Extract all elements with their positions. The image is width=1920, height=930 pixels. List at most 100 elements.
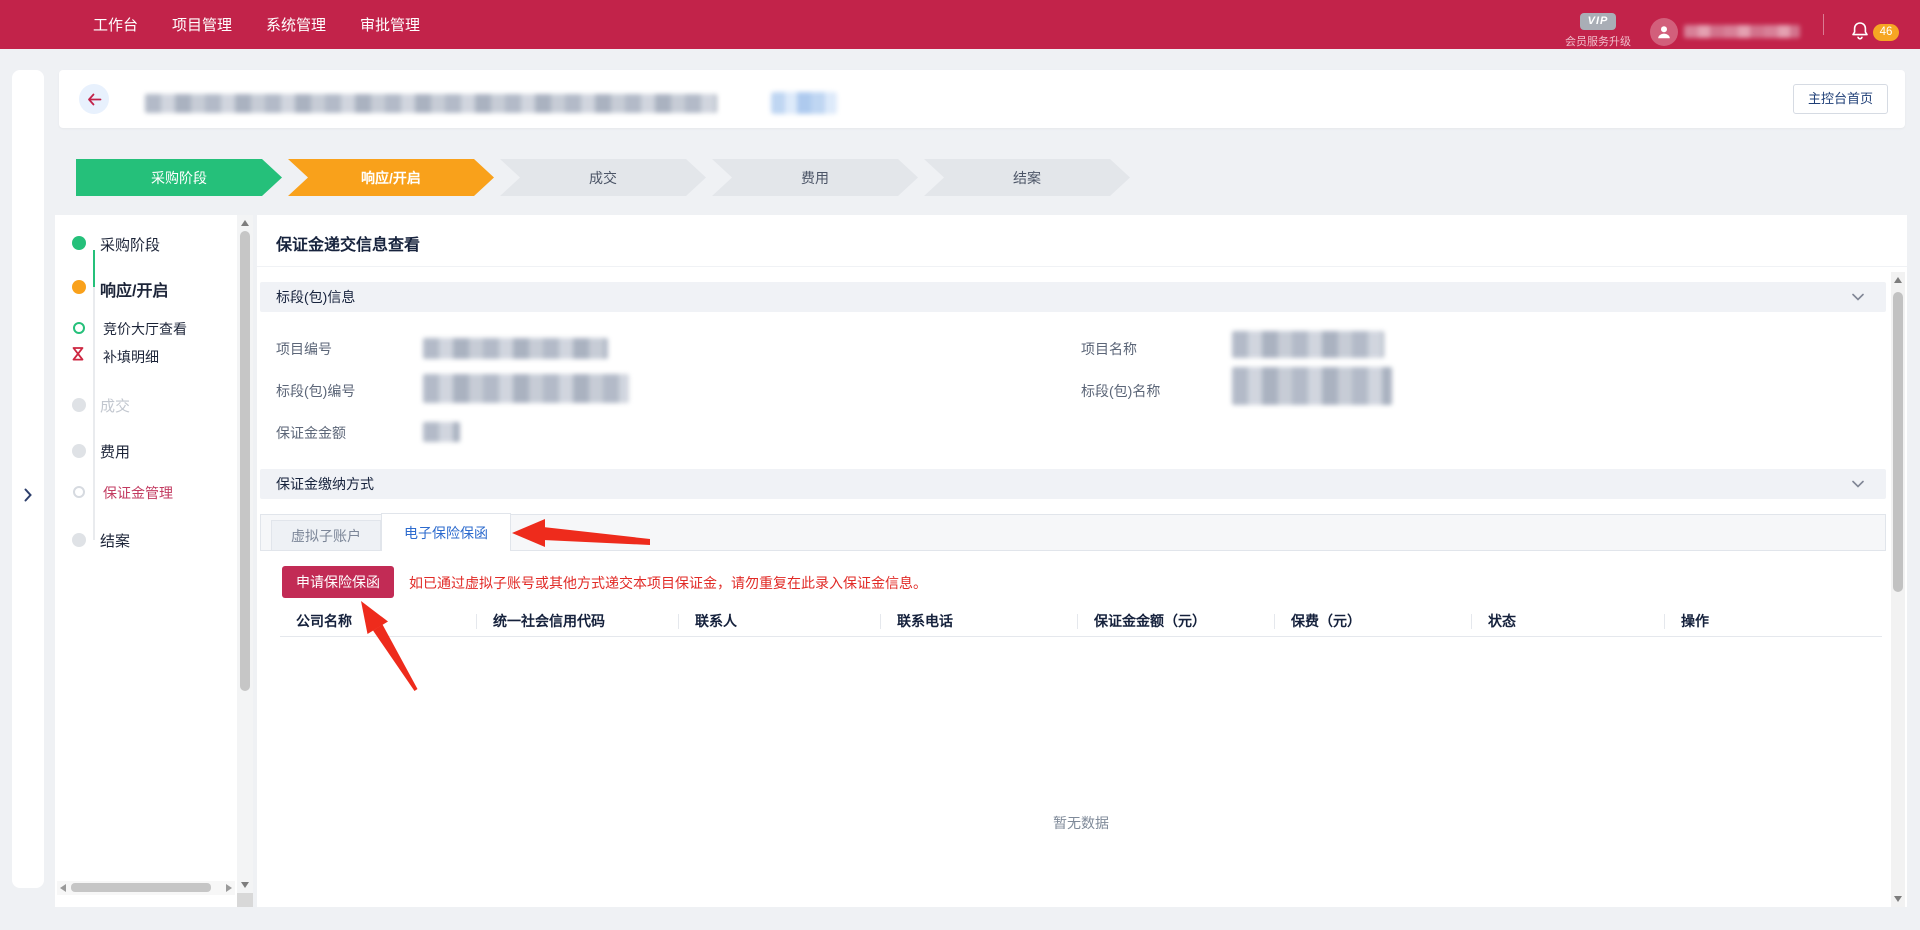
sidebar-item-deposit-management[interactable]: 保证金管理 <box>103 483 173 503</box>
field-value-package-no-redacted <box>423 374 629 403</box>
step-response-open[interactable]: 响应/开启 <box>288 159 494 196</box>
main-vertical-scrollbar[interactable] <box>1891 272 1905 907</box>
tab-electronic-insurance-guarantee[interactable]: 电子保险保函 <box>381 513 511 551</box>
nav-workbench[interactable]: 工作台 <box>93 14 138 35</box>
sidebar-horizontal-scrollbar[interactable] <box>57 881 235 895</box>
page-title: 保证金递交信息查看 <box>276 231 420 255</box>
duplicate-deposit-warning: 如已通过虚拟子账号或其他方式递交本项目保证金，请勿重复在此录入保证金信息。 <box>409 573 927 593</box>
col-status: 状态 <box>1472 611 1665 636</box>
tab-virtual-sub-account[interactable]: 虚拟子账户 <box>271 520 381 551</box>
col-actions: 操作 <box>1665 611 1882 636</box>
col-credit-code: 统一社会信用代码 <box>477 611 679 636</box>
collapse-chevron-icon[interactable] <box>1852 480 1864 488</box>
sidebar-item-procurement[interactable]: 采购阶段 <box>100 234 160 255</box>
col-contact: 联系人 <box>679 611 881 636</box>
console-home-button[interactable]: 主控台首页 <box>1793 84 1888 114</box>
topbar: 工作台 项目管理 系统管理 审批管理 VIP 会员服务升级 46 <box>0 0 1920 49</box>
field-value-deposit-amount-redacted <box>423 422 460 442</box>
field-label-project-name: 项目名称 <box>1081 339 1137 359</box>
breadcrumb-card: 主控台首页 <box>59 70 1905 128</box>
back-button[interactable] <box>79 84 109 114</box>
step-label: 成交 <box>589 168 617 188</box>
scrollbar-corner <box>237 893 253 907</box>
scrollbar-thumb[interactable] <box>71 883 211 892</box>
sidebar-vertical-scrollbar[interactable] <box>237 215 253 893</box>
app-root: 工作台 项目管理 系统管理 审批管理 VIP 会员服务升级 46 <box>0 0 1920 930</box>
nav-approval-management[interactable]: 审批管理 <box>360 14 420 35</box>
scroll-down-icon[interactable] <box>1894 896 1902 902</box>
step-label: 结案 <box>1013 168 1041 188</box>
sidebar-item-closure[interactable]: 结案 <box>100 530 130 551</box>
guarantee-table-header: 公司名称 统一社会信用代码 联系人 联系电话 保证金金额（元） 保费（元） 状态… <box>280 611 1882 637</box>
dot-pending-icon <box>72 533 86 547</box>
step-label: 费用 <box>801 168 829 188</box>
col-deposit-amount: 保证金金额（元） <box>1078 611 1275 636</box>
username-redacted <box>1684 25 1800 38</box>
sidebar-item-fees[interactable]: 费用 <box>100 441 130 462</box>
scroll-down-icon[interactable] <box>241 882 249 888</box>
field-label-deposit-amount: 保证金金额 <box>276 423 346 443</box>
scroll-left-icon[interactable] <box>60 884 66 892</box>
vip-upgrade[interactable]: VIP 会员服务升级 <box>1556 11 1640 49</box>
collapse-chevron-icon[interactable] <box>1852 293 1864 301</box>
nav-project-management[interactable]: 项目管理 <box>172 14 232 35</box>
sidebar-item-fill-details[interactable]: 补填明细 <box>103 347 159 367</box>
hourglass-icon <box>71 346 85 362</box>
dot-done-icon <box>72 236 86 250</box>
ring-pending-icon <box>73 486 85 498</box>
field-label-project-no: 项目编号 <box>276 339 332 359</box>
scrollbar-thumb[interactable] <box>1893 292 1903 592</box>
timeline-line-done <box>93 250 95 287</box>
top-nav: 工作台 项目管理 系统管理 审批管理 <box>93 0 420 49</box>
empty-state-text: 暂无数据 <box>280 813 1882 833</box>
divider <box>257 266 1907 267</box>
nav-system-management[interactable]: 系统管理 <box>266 14 326 35</box>
section-title: 标段(包)信息 <box>276 282 355 312</box>
scrollbar-thumb[interactable] <box>240 231 250 691</box>
col-company-name: 公司名称 <box>280 611 477 636</box>
section-title: 保证金缴纳方式 <box>276 469 374 499</box>
field-value-project-name-redacted <box>1232 331 1384 358</box>
step-label: 响应/开启 <box>361 168 421 188</box>
field-value-package-name-redacted <box>1232 367 1392 405</box>
step-procurement[interactable]: 采购阶段 <box>76 159 282 196</box>
field-value-project-no-redacted <box>423 338 608 359</box>
scroll-up-icon[interactable] <box>241 220 249 226</box>
back-arrow-icon <box>87 93 102 106</box>
field-label-package-no: 标段(包)编号 <box>276 381 355 401</box>
expand-toggle-icon[interactable] <box>12 488 44 507</box>
topbar-divider <box>1823 14 1824 35</box>
dot-active-icon <box>72 280 86 294</box>
step-deal[interactable]: 成交 <box>500 159 706 196</box>
project-title-redacted <box>145 94 717 113</box>
col-phone: 联系电话 <box>881 611 1078 636</box>
section-payment-method: 保证金缴纳方式 <box>260 469 1886 499</box>
col-premium: 保费（元） <box>1275 611 1472 636</box>
sidebar-item-response-open[interactable]: 响应/开启 <box>100 277 168 301</box>
stage-sidebar: 采购阶段 响应/开启 竞价大厅查看 补填明细 成交 费用 保证金管理 结案 <box>55 215 253 907</box>
status-badge-redacted <box>771 92 837 114</box>
notification-badge: 46 <box>1873 24 1899 41</box>
notification-bell-icon[interactable] <box>1850 21 1870 41</box>
user-icon <box>1656 24 1672 40</box>
timeline-line <box>93 250 95 540</box>
avatar[interactable] <box>1650 18 1678 46</box>
vip-caption: 会员服务升级 <box>1556 33 1640 49</box>
sidebar-item-deal[interactable]: 成交 <box>100 395 130 416</box>
main-panel: 保证金递交信息查看 标段(包)信息 项目编号 项目名称 标段(包)编号 标段(包… <box>257 215 1907 907</box>
field-label-package-name: 标段(包)名称 <box>1081 381 1160 401</box>
step-fees[interactable]: 费用 <box>712 159 918 196</box>
section-package-info: 标段(包)信息 <box>260 282 1886 312</box>
scroll-right-icon[interactable] <box>226 884 232 892</box>
sidebar-item-bid-hall[interactable]: 竞价大厅查看 <box>103 319 187 339</box>
vip-icon: VIP <box>1580 13 1616 30</box>
scroll-up-icon[interactable] <box>1894 277 1902 283</box>
apply-insurance-guarantee-button[interactable]: 申请保险保函 <box>282 566 394 598</box>
step-closure[interactable]: 结案 <box>924 159 1130 196</box>
payment-tabs-bar: 虚拟子账户 电子保险保函 <box>260 514 1886 551</box>
dot-pending-icon <box>72 444 86 458</box>
step-label: 采购阶段 <box>151 168 207 188</box>
panel-collapse-strip <box>12 70 44 888</box>
ring-done-icon <box>73 322 85 334</box>
dot-pending-icon <box>72 398 86 412</box>
